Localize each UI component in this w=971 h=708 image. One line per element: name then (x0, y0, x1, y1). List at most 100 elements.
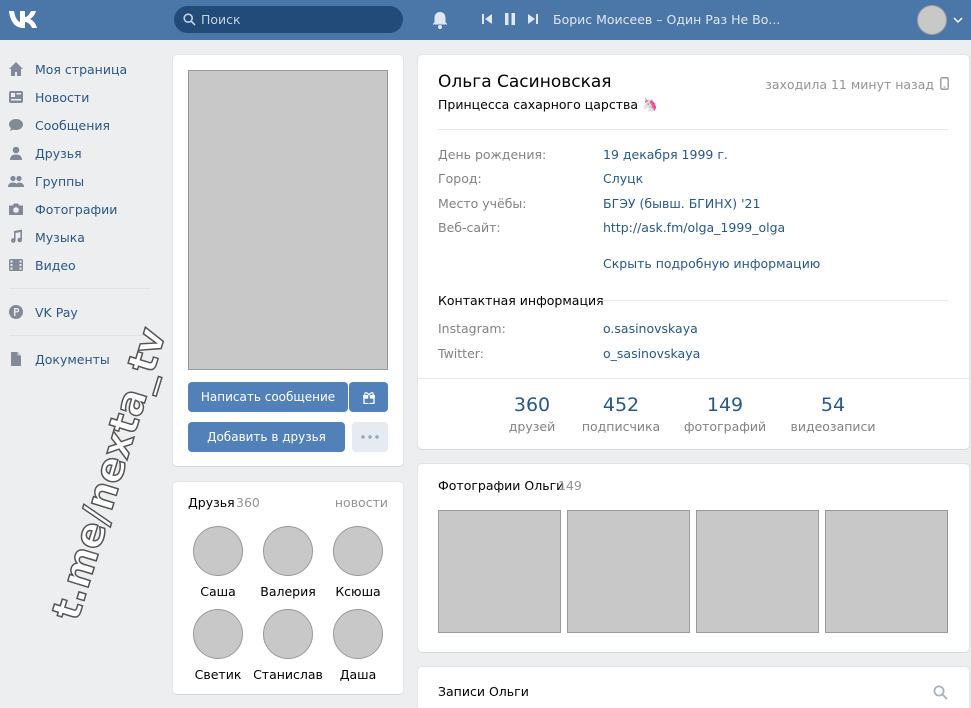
info-value-birthday[interactable]: 19 декабря 1999 г. (603, 147, 728, 162)
menu-item-friends[interactable]: Друзья (8, 141, 158, 165)
friends-news-link[interactable]: новости (335, 495, 388, 510)
photos-card: Фотографии Ольги 149 (418, 464, 969, 652)
counter-photos[interactable]: 149 фотографий (670, 394, 780, 434)
wall-title[interactable]: Записи Ольги (438, 684, 529, 699)
friends-icon (10, 146, 22, 160)
friend-name: Светик (194, 667, 242, 682)
contact-value-instagram[interactable]: o.sasinovskaya (603, 321, 698, 336)
friend-item[interactable]: Валерия (253, 526, 323, 599)
counter-videos[interactable]: 54 видеозаписи (778, 394, 888, 434)
gift-button[interactable] (349, 382, 388, 412)
menu-item-video[interactable]: Видео (8, 253, 158, 277)
friend-item[interactable]: Даша (323, 609, 393, 682)
profile-name: Ольга Сасиновская (438, 72, 612, 92)
menu-item-label: VK Pay (35, 305, 78, 320)
camera-icon (9, 203, 23, 215)
chevron-down-icon[interactable] (953, 16, 963, 24)
counter-number: 452 (602, 394, 640, 416)
menu-item-photos[interactable]: Фотографии (8, 197, 158, 221)
messages-icon (9, 119, 23, 131)
menu-item-groups[interactable]: Группы (8, 169, 158, 193)
search-placeholder: Поиск (201, 12, 241, 27)
friend-avatar (263, 609, 313, 659)
profile-photo[interactable] (188, 70, 388, 370)
friends-count: 360 (236, 495, 260, 510)
info-label-education: Место учёбы: (438, 196, 527, 211)
notifications-bell-icon[interactable] (430, 10, 450, 30)
news-icon (9, 91, 23, 103)
vk-logo-icon[interactable] (8, 8, 42, 30)
mobile-phone-icon (940, 77, 949, 90)
send-message-label: Написать сообщение (200, 390, 336, 404)
music-icon (11, 229, 22, 243)
menu-item-label: Друзья (35, 146, 82, 161)
menu-item-label: Видео (35, 258, 76, 273)
add-friend-label: Добавить в друзья (207, 430, 326, 444)
contact-label-instagram: Instagram: (438, 321, 506, 336)
friend-avatar (333, 526, 383, 576)
home-icon (9, 62, 23, 76)
last-seen: заходила 11 минут назад (765, 77, 934, 92)
photo-thumbnail[interactable] (825, 510, 948, 633)
photo-thumbnail[interactable] (567, 510, 690, 633)
search-icon (183, 13, 196, 26)
friend-avatar (193, 609, 243, 659)
video-icon (9, 259, 23, 271)
more-actions-button[interactable] (352, 422, 388, 452)
hide-details-link[interactable]: Скрыть подробную информацию (603, 256, 820, 271)
friend-avatar (193, 526, 243, 576)
counter-number: 149 (706, 394, 744, 416)
menu-item-label: Новости (35, 90, 90, 105)
menu-item-label: Музыка (35, 230, 85, 245)
info-value-city[interactable]: Слуцк (603, 171, 643, 186)
divider (438, 129, 948, 130)
info-value-education[interactable]: БГЭУ (бывш. БГИНХ) '21 (603, 196, 760, 211)
photo-thumbnail[interactable] (696, 510, 819, 633)
menu-item-label: Группы (35, 174, 85, 189)
contact-value-twitter[interactable]: o_sasinovskaya (603, 346, 700, 361)
friend-avatar (263, 526, 313, 576)
menu-item-music[interactable]: Музыка (8, 225, 158, 249)
gift-icon (363, 392, 375, 404)
send-message-button[interactable]: Написать сообщение (188, 382, 348, 412)
now-playing-track[interactable]: Борис Моисеев – Один Раз Не Во... (553, 12, 780, 27)
next-track-icon[interactable] (526, 12, 540, 26)
profile-status[interactable]: Принцесса сахарного царства 🦄 (438, 97, 658, 113)
friend-item[interactable]: Светик (183, 609, 253, 682)
search-box[interactable]: Поиск (174, 6, 403, 33)
menu-item-label: Фотографии (35, 202, 118, 217)
friend-name: Валерия (260, 584, 316, 599)
divider (598, 300, 948, 301)
friend-name: Станислав (253, 667, 323, 682)
menu-item-vk-pay[interactable]: VK Pay (8, 300, 158, 324)
friend-item[interactable]: Станислав (253, 609, 323, 682)
friend-item[interactable]: Ксюша (323, 526, 393, 599)
menu-item-my-page[interactable]: Моя страница (8, 57, 158, 81)
menu-item-label: Сообщения (35, 118, 111, 133)
menu-item-label: Документы (35, 352, 110, 367)
more-dots-icon (361, 435, 379, 439)
top-bar: Поиск Борис Моисеев – Один Раз Не Во... (0, 0, 971, 40)
previous-track-icon[interactable] (480, 12, 494, 26)
info-value-website[interactable]: http://ask.fm/olga_1999_olga (603, 220, 785, 235)
counter-followers[interactable]: 452 подписчика (566, 394, 676, 434)
profile-photo-card: Написать сообщение Добавить в друзья (173, 55, 403, 466)
vkpay-icon (9, 305, 23, 319)
wall-card: Записи Ольги (418, 667, 969, 708)
contact-info-heading: Контактная информация (438, 293, 604, 308)
menu-item-news[interactable]: Новости (8, 85, 158, 109)
counter-number: 54 (820, 394, 846, 416)
friend-name: Ксюша (335, 584, 381, 599)
user-avatar[interactable] (917, 5, 947, 35)
friend-name: Саша (200, 584, 236, 599)
photos-title[interactable]: Фотографии Ольги (438, 478, 564, 493)
friend-item[interactable]: Саша (183, 526, 253, 599)
menu-item-label: Моя страница (35, 62, 128, 77)
add-friend-button[interactable]: Добавить в друзья (188, 422, 345, 452)
menu-divider (10, 288, 150, 289)
friends-title[interactable]: Друзья (188, 495, 235, 510)
pause-icon[interactable] (503, 12, 517, 26)
menu-item-messages[interactable]: Сообщения (8, 113, 158, 137)
photo-thumbnail[interactable] (438, 510, 561, 633)
search-icon[interactable] (933, 685, 948, 700)
